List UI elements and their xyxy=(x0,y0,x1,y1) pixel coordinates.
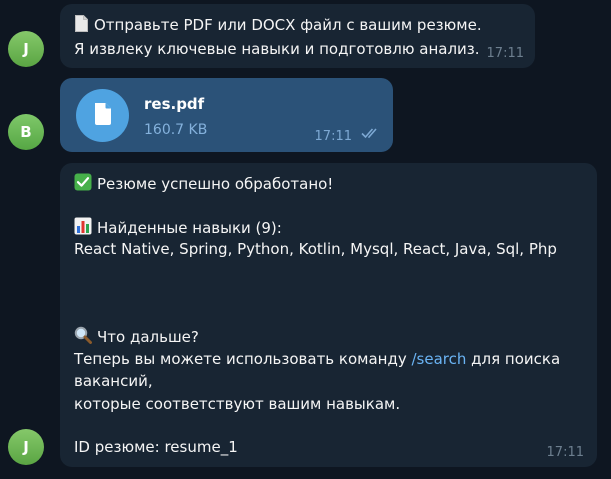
page-icon xyxy=(74,15,89,39)
message-line-1: Отправьте PDF или DOCX файл с вашим резю… xyxy=(94,16,482,34)
next-line-1-suffix: для поиска xyxy=(466,350,561,368)
skills-list: React Native, Spring, Python, Kotlin, My… xyxy=(74,240,557,258)
message-bubble-file[interactable]: res.pdf 160.7 KB 17:11 xyxy=(60,78,393,152)
next-line-3: которые соответствуют вашим навыкам. xyxy=(74,395,401,413)
chat-history[interactable]: Отправьте PDF или DOCX файл с вашим резю… xyxy=(0,0,611,479)
resume-id: ID резюме: resume_1 xyxy=(74,438,238,456)
document-icon xyxy=(93,102,113,130)
file-download-button[interactable] xyxy=(76,89,129,142)
message-line-2: Я извлеку ключевые навыки и подготовлю а… xyxy=(74,39,480,58)
double-check-icon xyxy=(361,124,381,143)
skills-header-line: Найденные навыки (9): xyxy=(74,217,282,241)
message-time: 17:11 xyxy=(486,46,524,61)
message-time: 17:11 xyxy=(314,129,352,144)
message-text: Отправьте PDF или DOCX файл с вашим резю… xyxy=(74,15,482,60)
avatar-bot[interactable]: J xyxy=(8,429,44,465)
magnifier-icon xyxy=(74,326,92,350)
skills-header: Найденные навыки (9): xyxy=(97,219,282,237)
check-mark-icon xyxy=(74,173,92,197)
next-line-1: Теперь вы можете использовать команду /s… xyxy=(74,349,560,370)
search-command-link[interactable]: /search xyxy=(412,350,467,368)
avatar-bot[interactable]: J xyxy=(8,31,44,67)
next-line-1-prefix: Теперь вы можете использовать команду xyxy=(74,350,412,368)
next-header: Что дальше? xyxy=(97,328,199,346)
message-time: 17:11 xyxy=(546,445,584,460)
success-text: Резюме успешно обработано! xyxy=(97,175,334,193)
avatar-user[interactable]: B xyxy=(8,114,44,150)
message-bubble-instructions[interactable]: Отправьте PDF или DOCX файл с вашим резю… xyxy=(60,4,535,68)
success-line: Резюме успешно обработано! xyxy=(74,173,333,197)
next-header-line: Что дальше? xyxy=(74,326,199,350)
bar-chart-icon xyxy=(74,217,92,241)
file-name[interactable]: res.pdf xyxy=(144,95,204,113)
next-line-2: вакансий, xyxy=(74,372,153,390)
file-size: 160.7 KB xyxy=(144,122,208,138)
message-bubble-result[interactable]: Резюме успешно обработано! Найденные нав… xyxy=(60,163,597,467)
